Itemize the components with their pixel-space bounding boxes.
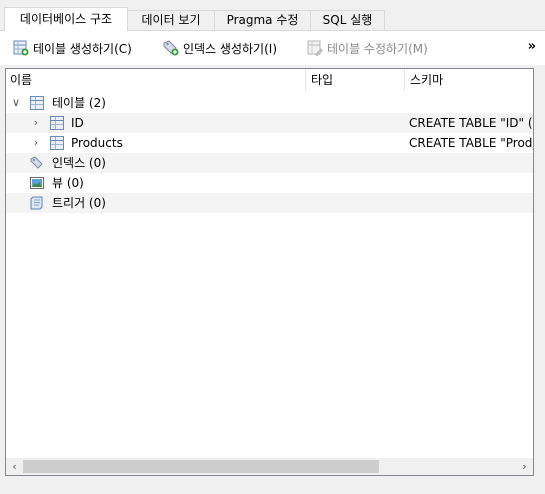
chevron-right-icon[interactable]: › [30,133,42,153]
table-icon [50,116,64,130]
tab-execute-sql[interactable]: SQL 실행 [310,10,385,30]
tree-item-label: 트리거 (0) [52,196,106,210]
create-table-button[interactable]: 테이블 생성하기(C) [13,38,132,58]
view-icon [30,176,44,190]
tree-item-triggers[interactable]: 트리거 (0) [6,193,533,213]
horizontal-scrollbar[interactable]: ‹ › [6,458,533,475]
create-index-button[interactable]: 인덱스 생성하기(I) [163,38,277,58]
column-divider[interactable] [305,69,306,91]
chevron-down-icon[interactable]: ∨ [10,93,22,113]
scroll-left-icon[interactable]: ‹ [6,458,23,475]
tree-item-table-products[interactable]: › Products CREATE TABLE "Produc [6,133,533,153]
table-icon [50,136,64,150]
tree-header: 이름 타입 스키마 [6,69,533,91]
create-index-label: 인덱스 생성하기(I) [183,41,277,56]
schema-cell: CREATE TABLE "Produc [409,136,533,150]
index-icon [30,156,44,170]
column-header-type[interactable]: 타입 [307,69,403,91]
tab-database-structure[interactable]: 데이터베이스 구조 [4,7,128,31]
tree-item-label: ID [71,116,84,130]
tree-item-tables[interactable]: ∨ 테이블 (2) [6,93,533,113]
modify-table-label: 테이블 수정하기(M) [327,41,428,56]
tree-item-label: 인덱스 (0) [52,156,106,170]
toolbar-overflow-button[interactable]: » [528,39,537,54]
schema-cell: CREATE TABLE "ID" ( "I [409,116,533,130]
chevron-right-icon[interactable]: › [30,113,42,133]
modify-table-button[interactable]: 테이블 수정하기(M) [307,38,428,58]
create-table-icon [13,40,29,56]
column-header-schema[interactable]: 스키마 [406,69,533,91]
create-index-icon [163,40,179,56]
column-divider[interactable] [404,69,405,91]
tree-item-indexes[interactable]: 인덱스 (0) [6,153,533,173]
toolbar: 테이블 생성하기(C) 인덱스 생성하기(I) 테이블 수정하기(M) » [0,31,545,65]
tree-item-views[interactable]: 뷰 (0) [6,173,533,193]
table-icon [30,96,44,110]
trigger-icon [30,196,44,210]
column-header-name[interactable]: 이름 [6,69,306,91]
tree-item-label: 뷰 (0) [52,176,84,190]
tree-item-label: 테이블 (2) [52,96,106,110]
tab-browse-data[interactable]: 데이터 보기 [127,10,215,30]
tree-item-label: Products [71,136,123,150]
scroll-right-icon[interactable]: › [516,458,533,475]
create-table-label: 테이블 생성하기(C) [33,41,132,56]
tree-item-table-id[interactable]: › ID CREATE TABLE "ID" ( "I [6,113,533,133]
modify-table-icon [307,40,323,56]
tab-bar: 데이터베이스 구조 데이터 보기 Pragma 수정 SQL 실행 [0,0,545,31]
tab-edit-pragmas[interactable]: Pragma 수정 [214,10,311,30]
schema-tree[interactable]: 이름 타입 스키마 ∨ 테이블 (2) › ID CREATE TABLE "I… [5,68,534,476]
scrollbar-thumb[interactable] [23,460,379,473]
